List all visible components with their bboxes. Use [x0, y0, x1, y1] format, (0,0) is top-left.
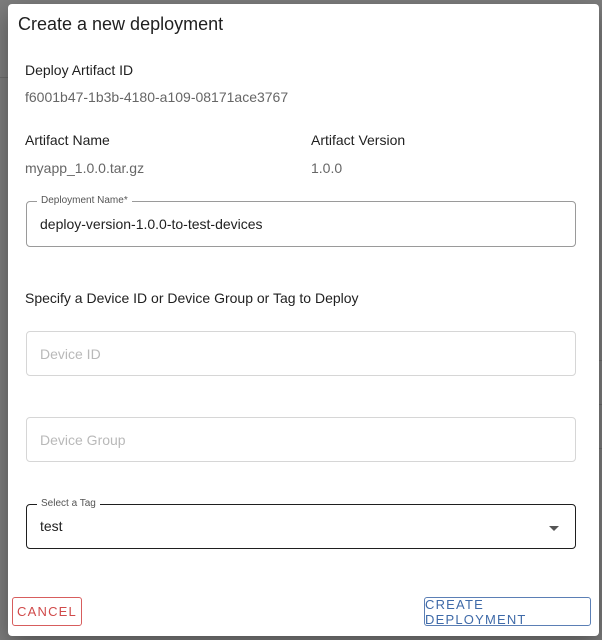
tag-select-label: Select a Tag [37, 498, 100, 510]
device-id-input[interactable]: Device ID [26, 331, 576, 376]
device-group-placeholder: Device Group [40, 432, 126, 448]
device-group-input[interactable]: Device Group [26, 417, 576, 462]
device-id-placeholder: Device ID [40, 346, 101, 362]
artifact-name-label: Artifact Name [25, 132, 110, 148]
create-deployment-dialog: Create a new deployment Deploy Artifact … [8, 4, 599, 636]
cancel-button[interactable]: CANCEL [12, 597, 82, 626]
tag-select[interactable]: Select a Tag test [26, 498, 576, 549]
target-instruction: Specify a Device ID or Device Group or T… [25, 290, 359, 306]
dialog-title: Create a new deployment [18, 14, 224, 34]
create-deployment-button[interactable]: CREATE DEPLOYMENT [424, 597, 591, 627]
artifact-version-value: 1.0.0 [311, 160, 343, 176]
tag-select-value: test [40, 518, 63, 534]
artifact-id-label: Deploy Artifact ID [25, 62, 134, 78]
deployment-name-label: Deployment Name* [37, 195, 132, 207]
background-divider [0, 77, 8, 78]
artifact-id-value: f6001b47-1b3b-4180-a109-08171ace3767 [25, 89, 289, 105]
deployment-name-field[interactable]: Deployment Name* deploy-version-1.0.0-to… [26, 195, 576, 247]
artifact-version-label: Artifact Version [311, 132, 406, 148]
dropdown-arrow-icon[interactable] [549, 526, 559, 531]
artifact-name-value: myapp_1.0.0.tar.gz [25, 160, 145, 176]
deployment-name-value: deploy-version-1.0.0-to-test-devices [40, 216, 263, 232]
